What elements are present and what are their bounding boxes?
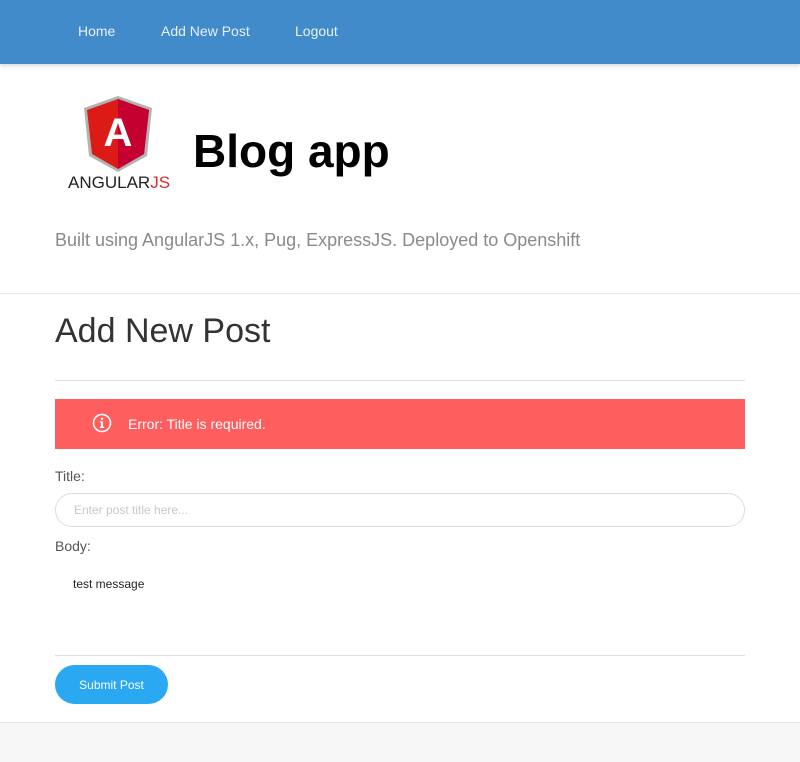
error-alert: Error: Title is required. — [55, 399, 745, 449]
top-navbar: Home Add New Post Logout — [0, 0, 800, 64]
logo-wordmark: ANGULARJS — [68, 173, 171, 192]
angularjs-logo: A ANGULARJS — [66, 94, 174, 194]
nav-add-post-link[interactable]: Add New Post — [161, 23, 250, 39]
error-message: Error: Title is required. — [128, 416, 266, 432]
angular-logo-glyph: A — [104, 111, 133, 155]
title-label: Title: — [55, 468, 85, 484]
submit-post-button[interactable]: Submit Post — [55, 665, 168, 704]
post-title-input[interactable] — [55, 493, 745, 527]
header-divider — [0, 293, 800, 294]
page-title: Add New Post — [55, 312, 271, 350]
nav-home-link[interactable]: Home — [78, 23, 115, 39]
form-divider — [55, 655, 745, 656]
body-label: Body: — [55, 538, 91, 554]
heading-divider — [55, 380, 745, 381]
nav-logout-link[interactable]: Logout — [295, 23, 338, 39]
page-footer — [0, 722, 800, 762]
angular-shield-icon: A — [84, 96, 152, 172]
site-title: Blog app — [193, 125, 390, 177]
site-tagline: Built using AngularJS 1.x, Pug, ExpressJ… — [55, 230, 581, 250]
info-circle-icon — [92, 413, 112, 433]
post-body-textarea[interactable]: test message — [55, 568, 745, 648]
